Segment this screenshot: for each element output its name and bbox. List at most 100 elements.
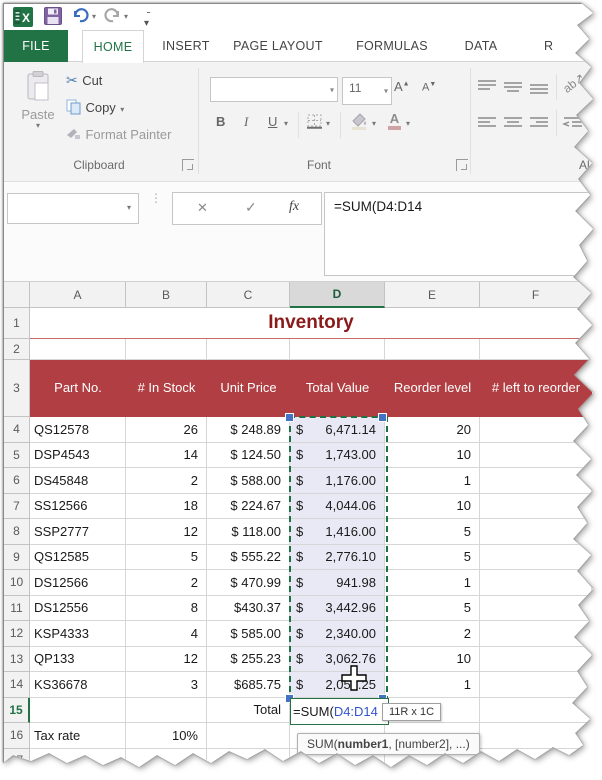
redo-icon[interactable]	[104, 7, 121, 23]
row-header-9[interactable]: 9	[4, 545, 30, 571]
cell-B5[interactable]: 14	[126, 443, 207, 469]
font-name-combo[interactable]: ▾	[210, 77, 338, 102]
tab-page-layout[interactable]: PAGE LAYOUT	[228, 30, 328, 62]
cell-C9[interactable]: $ 555.22	[207, 545, 290, 571]
cell-E11[interactable]: 5	[385, 596, 480, 622]
cell-B9[interactable]: 5	[126, 545, 207, 571]
bold-button[interactable]: B	[216, 114, 225, 129]
row-header-12[interactable]: 12	[4, 621, 30, 647]
cell-B15[interactable]	[126, 698, 207, 724]
cell-A13[interactable]: QP133	[30, 647, 126, 673]
align-bottom-icon[interactable]	[528, 78, 550, 94]
cell-A10[interactable]: DS12566	[30, 570, 126, 596]
cell-A4[interactable]: QS12578	[30, 417, 126, 443]
cell-F5[interactable]	[480, 443, 592, 469]
col-header-C[interactable]: C	[207, 282, 290, 308]
cell-E5[interactable]: 10	[385, 443, 480, 469]
tab-data[interactable]: DATA	[456, 30, 506, 62]
font-color-button[interactable]: A	[388, 112, 401, 130]
orientation-icon[interactable]: ab↗	[560, 70, 587, 95]
row-header-7[interactable]: 7	[4, 494, 30, 520]
format-painter-button[interactable]: Format Painter	[66, 126, 171, 144]
italic-button[interactable]: I	[244, 114, 248, 130]
cell-A16-tax-label[interactable]: Tax rate	[30, 723, 126, 749]
cell-A9[interactable]: QS12585	[30, 545, 126, 571]
tab-formulas[interactable]: FORMULAS	[348, 30, 436, 62]
cell-B6[interactable]: 2	[126, 468, 207, 494]
cell-C12[interactable]: $ 585.00	[207, 621, 290, 647]
row-header-2[interactable]: 2	[4, 339, 30, 360]
cell-B17[interactable]	[126, 749, 207, 772]
cell-F12[interactable]	[480, 621, 592, 647]
row-header-6[interactable]: 6	[4, 468, 30, 494]
copy-button[interactable]: Copy ▾	[66, 99, 124, 117]
cell-C17[interactable]	[207, 749, 290, 772]
cell-E13[interactable]: 10	[385, 647, 480, 673]
col-header-E[interactable]: E	[385, 282, 480, 308]
align-left-icon[interactable]	[476, 114, 498, 130]
paste-dropdown-icon[interactable]: ▾	[16, 122, 60, 130]
grow-font-button[interactable]: A▲	[394, 79, 410, 94]
row-header-4[interactable]: 4	[4, 417, 30, 443]
cell-F8[interactable]	[480, 519, 592, 545]
font-name-dropdown-icon[interactable]: ▾	[330, 85, 334, 94]
undo-icon[interactable]	[72, 7, 89, 23]
cell-F14[interactable]	[480, 672, 592, 698]
cell-D2[interactable]	[290, 339, 385, 360]
cell-F17[interactable]	[480, 749, 592, 772]
col-header-A[interactable]: A	[30, 282, 126, 308]
cell-C11[interactable]: $430.37	[207, 596, 290, 622]
cell-E2[interactable]	[385, 339, 480, 360]
cell-A17[interactable]	[30, 749, 126, 772]
cell-F11[interactable]	[480, 596, 592, 622]
cell-D14[interactable]: $2,057.25	[290, 672, 385, 698]
cell-C8[interactable]: $ 118.00	[207, 519, 290, 545]
cell-A2[interactable]	[30, 339, 126, 360]
cell-B16-tax-value[interactable]: 10%	[126, 723, 207, 749]
clipboard-dialog-launcher-icon[interactable]	[182, 159, 194, 171]
cell-D4[interactable]: $6,471.14	[290, 417, 385, 443]
cell-A12[interactable]: KSP4333	[30, 621, 126, 647]
customize-qat-icon[interactable]: ╶▾	[144, 9, 150, 29]
cell-A6[interactable]: DS45848	[30, 468, 126, 494]
cell-C7[interactable]: $ 224.67	[207, 494, 290, 520]
cell-B14[interactable]: 3	[126, 672, 207, 698]
cell-E10[interactable]: 1	[385, 570, 480, 596]
cell-F13[interactable]	[480, 647, 592, 673]
cell-D12[interactable]: $2,340.00	[290, 621, 385, 647]
cell-E4[interactable]: 20	[385, 417, 480, 443]
save-icon[interactable]	[44, 7, 62, 25]
cell-C13[interactable]: $ 255.23	[207, 647, 290, 673]
cell-F16[interactable]	[480, 723, 592, 749]
cell-C5[interactable]: $ 124.50	[207, 443, 290, 469]
row-header-1[interactable]: 1	[4, 308, 30, 339]
cell-C15-total-label[interactable]: Total	[207, 698, 290, 724]
name-box[interactable]: ▾	[7, 193, 139, 224]
row-header-11[interactable]: 11	[4, 596, 30, 622]
cell-E8[interactable]: 5	[385, 519, 480, 545]
paste-button[interactable]: Paste ▾	[16, 70, 60, 154]
name-box-splitter[interactable]: ⋮	[150, 195, 162, 202]
col-header-F[interactable]: F	[480, 282, 592, 308]
row-header-5[interactable]: 5	[4, 443, 30, 469]
row-header-13[interactable]: 13	[4, 647, 30, 673]
table-header-D3[interactable]: Total Value	[290, 360, 385, 417]
tab-file[interactable]: FILE	[4, 30, 68, 62]
enter-icon[interactable]: ✓	[245, 199, 257, 216]
row-header-16[interactable]: 16	[4, 723, 30, 749]
table-header-F3[interactable]: # left to reorder	[480, 360, 592, 417]
row-header-3[interactable]: 3	[4, 360, 30, 417]
cell-B8[interactable]: 12	[126, 519, 207, 545]
row-header-10[interactable]: 10	[4, 570, 30, 596]
cell-B13[interactable]: 12	[126, 647, 207, 673]
cell-C10[interactable]: $ 470.99	[207, 570, 290, 596]
shrink-font-button[interactable]: A▼	[422, 81, 436, 94]
col-header-B[interactable]: B	[126, 282, 207, 308]
underline-dropdown-icon[interactable]: ▾	[284, 120, 288, 128]
cell-D15-formula-edit[interactable]: =SUM(D4:D14	[290, 698, 389, 725]
row-header-14[interactable]: 14	[4, 672, 30, 698]
decrease-indent-icon[interactable]	[562, 114, 584, 130]
cell-B7[interactable]: 18	[126, 494, 207, 520]
selection-handle-1[interactable]	[378, 413, 387, 422]
cell-B2[interactable]	[126, 339, 207, 360]
